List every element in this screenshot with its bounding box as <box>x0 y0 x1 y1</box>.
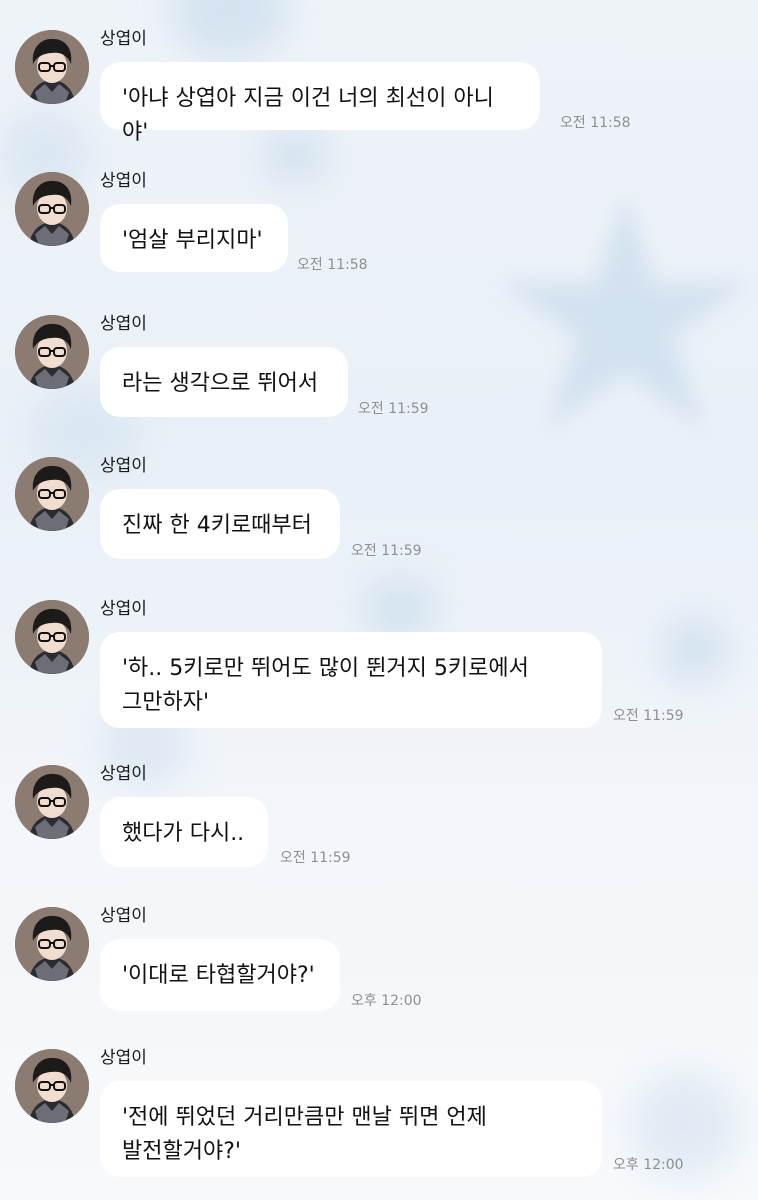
message-bubble[interactable]: '전에 뛰었던 거리만큼만 맨날 뛰면 언제 발전할거야?' <box>100 1081 602 1177</box>
message-bubble[interactable]: '이대로 타협할거야?' <box>100 939 340 1011</box>
message-time: 오후 12:00 <box>613 1157 684 1173</box>
message-bubble[interactable]: 라는 생각으로 뛰어서 <box>100 347 348 417</box>
message-time: 오전 11:59 <box>358 401 429 417</box>
sender-name: 상엽이 <box>100 599 147 619</box>
message-time: 오전 11:59 <box>613 708 684 724</box>
message-bubble[interactable]: 했다가 다시.. <box>100 797 268 867</box>
avatar[interactable] <box>15 1049 89 1123</box>
avatar[interactable] <box>15 172 89 246</box>
avatar[interactable] <box>15 315 89 389</box>
message-time: 오전 11:58 <box>297 257 368 273</box>
sender-name: 상엽이 <box>100 456 147 476</box>
avatar[interactable] <box>15 600 89 674</box>
message-bubble[interactable]: 진짜 한 4키로때부터 <box>100 489 340 559</box>
avatar[interactable] <box>15 30 89 104</box>
avatar[interactable] <box>15 765 89 839</box>
sender-name: 상엽이 <box>100 906 147 926</box>
message-time: 오전 11:59 <box>351 543 422 559</box>
message-bubble[interactable]: '아냐 상엽아 지금 이건 너의 최선이 아니야' <box>100 62 540 145</box>
message-time: 오전 11:59 <box>280 850 351 866</box>
sender-name: 상엽이 <box>100 314 147 334</box>
message-bubble[interactable]: '엄살 부리지마' <box>100 204 288 272</box>
message-time: 오전 11:58 <box>560 115 631 131</box>
avatar[interactable] <box>15 457 89 531</box>
message-bubble[interactable]: '하.. 5키로만 뛰어도 많이 뛴거지 5키로에서 그만하자' <box>100 632 602 728</box>
avatar[interactable] <box>15 907 89 981</box>
sender-name: 상엽이 <box>100 171 147 191</box>
sender-name: 상엽이 <box>100 764 147 784</box>
message-time: 오후 12:00 <box>351 993 422 1009</box>
sender-name: 상엽이 <box>100 1048 147 1068</box>
sender-name: 상엽이 <box>100 29 147 49</box>
